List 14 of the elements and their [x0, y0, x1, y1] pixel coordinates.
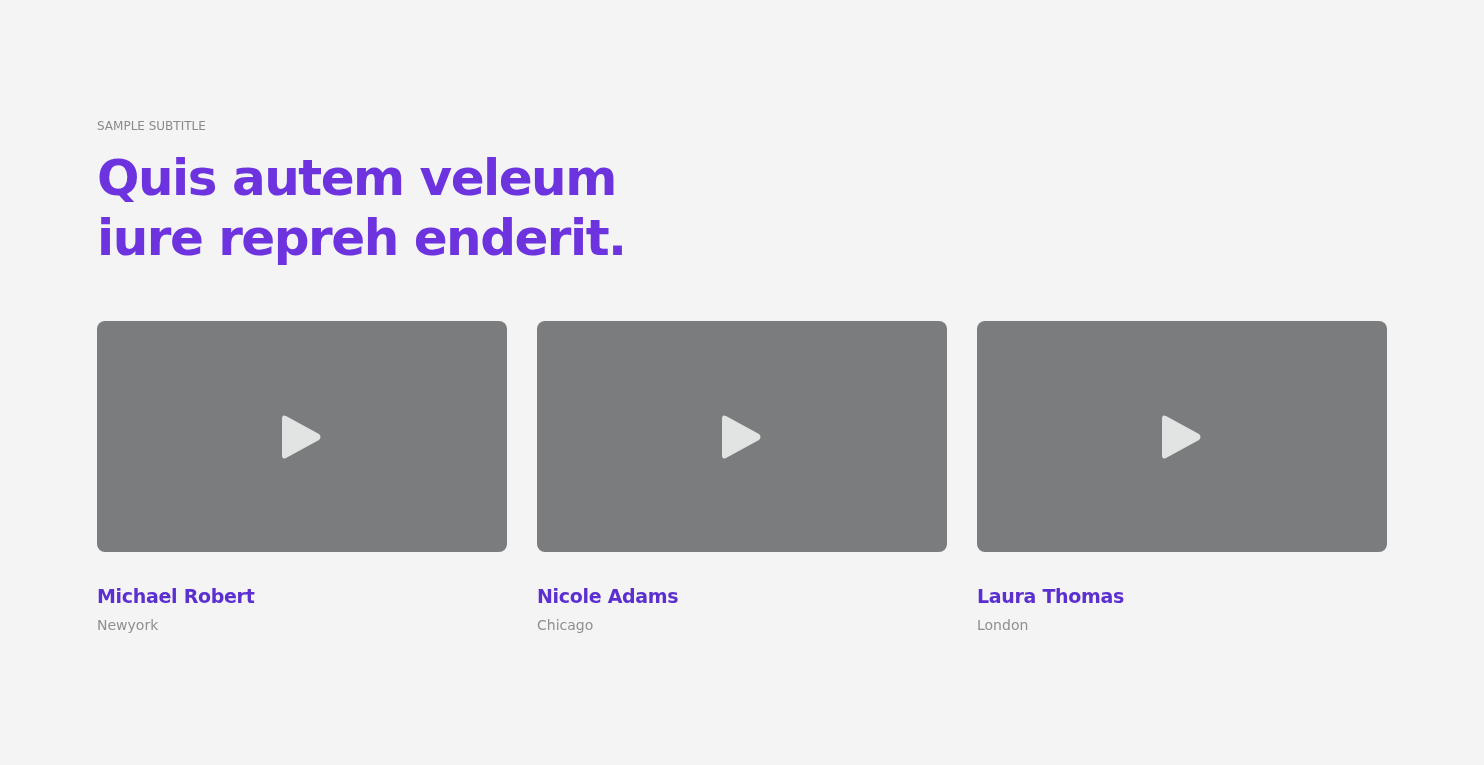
section-subtitle: SAMPLE SUBTITLE [97, 118, 207, 134]
play-icon[interactable] [722, 413, 762, 460]
section-heading: Quis autem veleum iure repreh enderit. [97, 148, 627, 268]
person-name: Laura Thomas [977, 584, 1126, 608]
person-name: Nicole Adams [537, 584, 680, 608]
video-thumbnail[interactable] [97, 321, 507, 552]
city-label: Chicago [537, 616, 595, 634]
video-thumbnail[interactable] [537, 321, 947, 552]
person-name: Michael Robert [97, 584, 256, 608]
city-label: London [977, 616, 1030, 634]
play-icon[interactable] [282, 413, 322, 460]
video-thumbnail[interactable] [977, 321, 1387, 552]
city-label: Newyork [97, 616, 160, 634]
play-icon[interactable] [1162, 413, 1202, 460]
